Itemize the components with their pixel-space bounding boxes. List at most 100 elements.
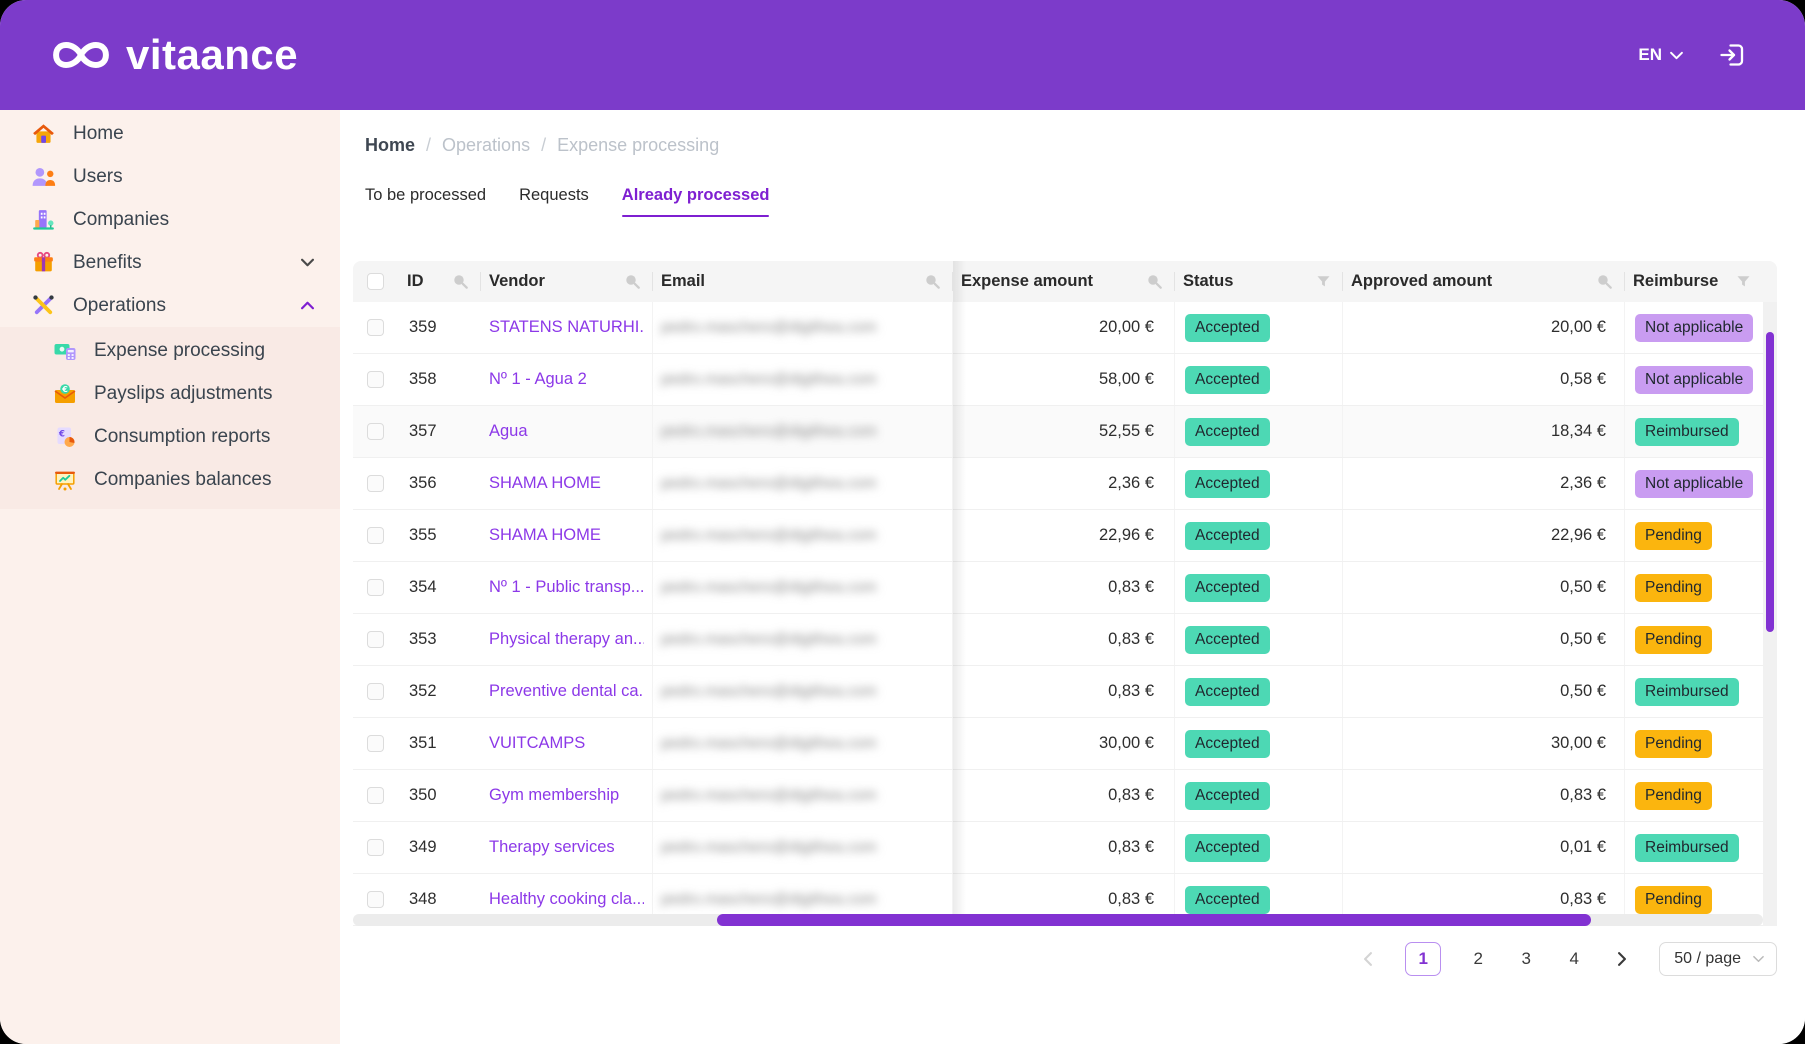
table-row[interactable]: 358 Nº 1 - Agua 2 pedro.maschero@digithe… (353, 354, 1777, 406)
search-icon[interactable] (1146, 273, 1163, 290)
row-checkbox[interactable] (367, 475, 384, 492)
vendor-link[interactable]: Healthy cooking cla... (489, 890, 644, 909)
row-checkbox[interactable] (367, 891, 384, 908)
sidebar-item-home[interactable]: Home (0, 112, 340, 155)
row-checkbox[interactable] (367, 371, 384, 388)
email-redacted: pedro.maschero@digithea.com (661, 319, 877, 337)
chevron-up-icon (301, 301, 314, 310)
sidebar-item-companies[interactable]: Companies (0, 198, 340, 241)
expense-amount: 0,83 € (1108, 786, 1154, 805)
approved-amount: 0,01 € (1560, 838, 1606, 857)
table-row[interactable]: 351 VUITCAMPS pedro.maschero@digithea.co… (353, 718, 1777, 770)
row-checkbox[interactable] (367, 735, 384, 752)
table-row[interactable]: 356 SHAMA HOME pedro.maschero@digithea.c… (353, 458, 1777, 510)
pagination-page-3[interactable]: 3 (1515, 942, 1537, 976)
vendor-link[interactable]: Nº 1 - Agua 2 (489, 370, 587, 389)
row-id: 351 (407, 734, 437, 753)
sidebar-item-benefits[interactable]: Benefits (0, 241, 340, 284)
table-row[interactable]: 349 Therapy services pedro.maschero@digi… (353, 822, 1777, 874)
table-row[interactable]: 350 Gym membership pedro.maschero@digith… (353, 770, 1777, 822)
reimburse-badge: Pending (1635, 886, 1712, 914)
search-icon[interactable] (624, 273, 641, 290)
select-all-checkbox[interactable] (367, 273, 384, 290)
vendor-link[interactable]: SHAMA HOME (489, 526, 601, 545)
vertical-scrollbar-thumb[interactable] (1766, 332, 1774, 632)
logout-button[interactable] (1717, 40, 1747, 70)
sidebar-item-consumption-reports[interactable]: € Consumption reports (0, 415, 340, 458)
table-row[interactable]: 353 Physical therapy an... pedro.mascher… (353, 614, 1777, 666)
row-checkbox[interactable] (367, 579, 384, 596)
pagination-page-1[interactable]: 1 (1405, 942, 1441, 976)
tab-already-processed[interactable]: Already processed (622, 186, 770, 217)
column-header-id: ID (407, 272, 424, 291)
tab-requests[interactable]: Requests (519, 186, 589, 217)
search-icon[interactable] (1596, 273, 1613, 290)
search-icon[interactable] (452, 273, 469, 290)
expense-amount: 0,83 € (1108, 578, 1154, 597)
vendor-link[interactable]: Therapy services (489, 838, 615, 857)
pagination-next-button[interactable] (1611, 942, 1633, 976)
horizontal-scrollbar-thumb[interactable] (717, 914, 1591, 926)
table-row[interactable]: 357 Agua pedro.maschero@digithea.com 52,… (353, 406, 1777, 458)
table-row[interactable]: 359 STATENS NATURHI... pedro.maschero@di… (353, 302, 1777, 354)
chevron-left-icon (1363, 952, 1373, 966)
language-selector[interactable]: EN (1638, 45, 1683, 65)
vendor-link[interactable]: Agua (489, 422, 528, 441)
row-id: 358 (407, 370, 437, 389)
horizontal-scrollbar-track[interactable] (353, 914, 1763, 926)
tab-to-be-processed[interactable]: To be processed (365, 186, 486, 217)
brand-logo[interactable]: vitaance (50, 31, 298, 79)
vendor-link[interactable]: Physical therapy an... (489, 630, 644, 649)
table-row[interactable]: 354 Nº 1 - Public transp... pedro.masche… (353, 562, 1777, 614)
row-checkbox[interactable] (367, 631, 384, 648)
vendor-link[interactable]: Preventive dental ca... (489, 682, 644, 701)
vendor-link[interactable]: Gym membership (489, 786, 619, 805)
row-checkbox[interactable] (367, 319, 384, 336)
expenses-table: ID Vendor Email Expense amount (353, 261, 1777, 926)
approved-amount: 22,96 € (1551, 526, 1606, 545)
companies-icon (30, 206, 57, 233)
pagination-prev-button[interactable] (1357, 942, 1379, 976)
crossed-tools-icon (30, 292, 57, 319)
row-checkbox[interactable] (367, 423, 384, 440)
vertical-scrollbar-track[interactable] (1763, 302, 1777, 926)
sidebar-item-operations[interactable]: Operations (0, 284, 340, 327)
filter-funnel-icon[interactable] (1316, 274, 1331, 289)
logout-icon (1717, 40, 1747, 70)
vendor-link[interactable]: Nº 1 - Public transp... (489, 578, 644, 597)
email-redacted: pedro.maschero@digithea.com (661, 631, 877, 649)
row-checkbox[interactable] (367, 787, 384, 804)
row-checkbox[interactable] (367, 527, 384, 544)
approved-amount: 20,00 € (1551, 318, 1606, 337)
table-row[interactable]: 355 SHAMA HOME pedro.maschero@digithea.c… (353, 510, 1777, 562)
sidebar-item-expense-processing[interactable]: Expense processing (0, 329, 340, 372)
breadcrumb-home[interactable]: Home (365, 135, 415, 156)
search-icon[interactable] (924, 273, 941, 290)
sidebar-item-payslips-adjustments[interactable]: € Payslips adjustments (0, 372, 340, 415)
row-checkbox[interactable] (367, 683, 384, 700)
email-redacted: pedro.maschero@digithea.com (661, 787, 877, 805)
row-id: 350 (407, 786, 437, 805)
expense-amount: 30,00 € (1099, 734, 1154, 753)
sidebar-item-companies-balances[interactable]: Companies balances (0, 458, 340, 501)
expense-amount: 0,83 € (1108, 630, 1154, 649)
vendor-link[interactable]: VUITCAMPS (489, 734, 585, 753)
status-badge: Accepted (1185, 678, 1270, 706)
vendor-link[interactable]: STATENS NATURHI... (489, 318, 644, 337)
vendor-link[interactable]: SHAMA HOME (489, 474, 601, 493)
breadcrumb-operations[interactable]: Operations (442, 135, 530, 156)
table-row[interactable]: 352 Preventive dental ca... pedro.masche… (353, 666, 1777, 718)
pagination-page-2[interactable]: 2 (1467, 942, 1489, 976)
row-checkbox[interactable] (367, 839, 384, 856)
sidebar-item-users[interactable]: Users (0, 155, 340, 198)
sidebar: Home Users (0, 110, 340, 1044)
reimburse-badge: Reimbursed (1635, 678, 1739, 706)
sidebar-item-label: Payslips adjustments (94, 383, 272, 405)
filter-funnel-icon[interactable] (1736, 274, 1751, 289)
page-size-select[interactable]: 50 / page (1659, 942, 1777, 976)
reimburse-badge: Pending (1635, 626, 1712, 654)
users-icon (30, 163, 57, 190)
pagination-page-4[interactable]: 4 (1563, 942, 1585, 976)
payslip-envelope-icon: € (52, 381, 78, 407)
table-header-row: ID Vendor Email Expense amount (353, 261, 1777, 302)
